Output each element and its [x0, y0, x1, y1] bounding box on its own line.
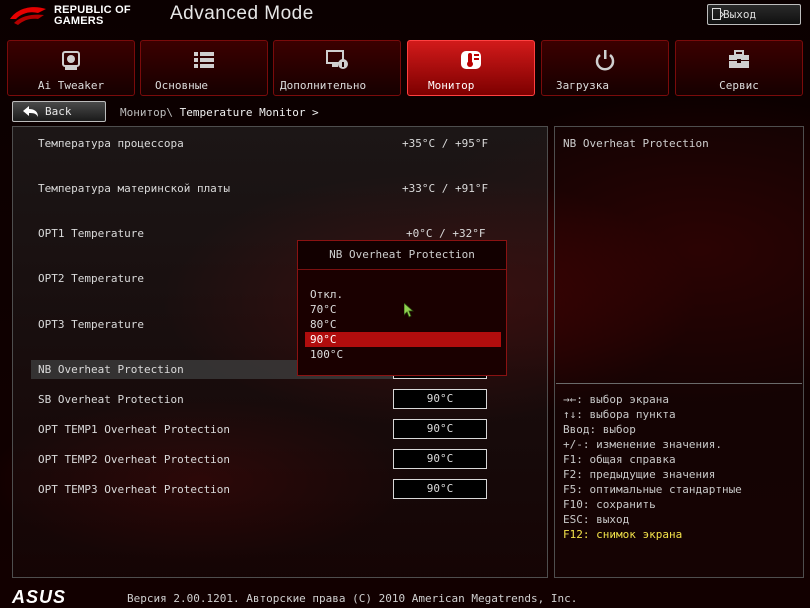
tab-label: Ai Tweaker: [37, 79, 105, 92]
reading-label: OPT3 Temperature: [38, 318, 144, 331]
setting-value-box[interactable]: 90°C: [393, 479, 487, 499]
tab-label: Сервис: [719, 79, 759, 92]
help-line: ESC: выход: [563, 513, 630, 526]
help-line: →←: выбор экрана: [563, 393, 669, 406]
help-line: +/-: изменение значения.: [563, 438, 722, 451]
reading-label: Температура процессора: [38, 137, 184, 150]
tab-label: Монитор: [428, 79, 475, 92]
setting-label[interactable]: OPT TEMP3 Overheat Protection: [38, 483, 230, 496]
help-title: NB Overheat Protection: [563, 137, 709, 150]
popup-option-selected[interactable]: 90°C: [305, 332, 501, 347]
exit-button[interactable]: Выход: [707, 4, 801, 25]
popup-option[interactable]: 100°C: [305, 347, 501, 362]
help-line-f12: F12: снимок экрана: [563, 528, 683, 541]
tab-ai-tweaker[interactable]: Ai Tweaker: [7, 40, 135, 96]
footer-text: Версия 2.00.1201. Авторские права (C) 20…: [127, 592, 578, 605]
tab-advanced[interactable]: Дополнительно: [273, 40, 401, 96]
cpu-fan-icon: [59, 49, 83, 71]
setting-label[interactable]: NB Overheat Protection: [38, 363, 184, 376]
popup-option[interactable]: Откл.: [305, 287, 501, 302]
back-arrow-icon: [23, 106, 38, 117]
tab-boot[interactable]: Загрузка: [541, 40, 669, 96]
help-line: F10: сохранить: [563, 498, 656, 511]
setting-label[interactable]: OPT TEMP2 Overheat Protection: [38, 453, 230, 466]
reading-value: +35°C / +95°F: [402, 137, 489, 150]
help-line: F1: общая справка: [563, 453, 676, 466]
monitor-info-icon: [325, 49, 349, 71]
reading-value: +33°C / +91°F: [402, 182, 489, 195]
exit-icon: [712, 8, 721, 20]
tab-label: Дополнительно: [280, 79, 367, 92]
toolbox-icon: [727, 49, 751, 71]
reading-label: Температура материнской платы: [38, 182, 231, 195]
setting-label[interactable]: OPT TEMP1 Overheat Protection: [38, 423, 230, 436]
popup-option[interactable]: 70°C: [305, 302, 501, 317]
breadcrumb: Монитор\ Temperature Monitor >: [120, 106, 319, 119]
rog-eye-icon: [10, 7, 46, 25]
back-label: Back: [45, 105, 72, 118]
list-icon: [192, 49, 216, 71]
help-line: ↑↓: выбора пункта: [563, 408, 676, 421]
help-line: F2: предыдущие значения: [563, 468, 716, 481]
tab-tool[interactable]: Сервис: [675, 40, 803, 96]
help-line: Ввод: выбор: [563, 423, 636, 436]
exit-label: Выход: [723, 8, 757, 21]
setting-value-box[interactable]: 90°C: [393, 389, 487, 409]
rog-brand-text: REPUBLIC OF GAMERS: [54, 5, 131, 27]
rog-logo: REPUBLIC OF GAMERS: [8, 3, 150, 31]
tab-monitor[interactable]: Монитор: [407, 40, 535, 96]
tab-main[interactable]: Основные: [140, 40, 268, 96]
help-divider: [556, 383, 802, 384]
reading-label: OPT1 Temperature: [38, 227, 144, 240]
mode-title: Advanced Mode: [170, 3, 314, 24]
thermometer-icon: [459, 49, 483, 71]
back-button[interactable]: Back: [12, 101, 106, 122]
popup-title: NB Overheat Protection: [298, 241, 506, 270]
option-popup: NB Overheat Protection Откл. 70°C 80°C 9…: [297, 240, 507, 376]
setting-label[interactable]: SB Overheat Protection: [38, 393, 184, 406]
mouse-cursor-icon: [404, 303, 414, 318]
tab-label: Основные: [155, 79, 208, 92]
breadcrumb-current: Temperature Monitor >: [179, 106, 319, 119]
help-line: F5: оптимальные стандартные: [563, 483, 742, 496]
setting-value-box[interactable]: 90°C: [393, 419, 487, 439]
reading-label: OPT2 Temperature: [38, 272, 144, 285]
power-icon: [593, 49, 617, 71]
rog-brand-line2: GAMERS: [54, 15, 104, 27]
tab-label: Загрузка: [556, 79, 609, 92]
setting-value-box[interactable]: 90°C: [393, 449, 487, 469]
breadcrumb-parent[interactable]: Монитор\: [120, 106, 173, 119]
asus-logo: ASUS: [12, 587, 67, 607]
reading-value: +0°C / +32°F: [406, 227, 486, 240]
popup-option[interactable]: 80°C: [305, 317, 501, 332]
